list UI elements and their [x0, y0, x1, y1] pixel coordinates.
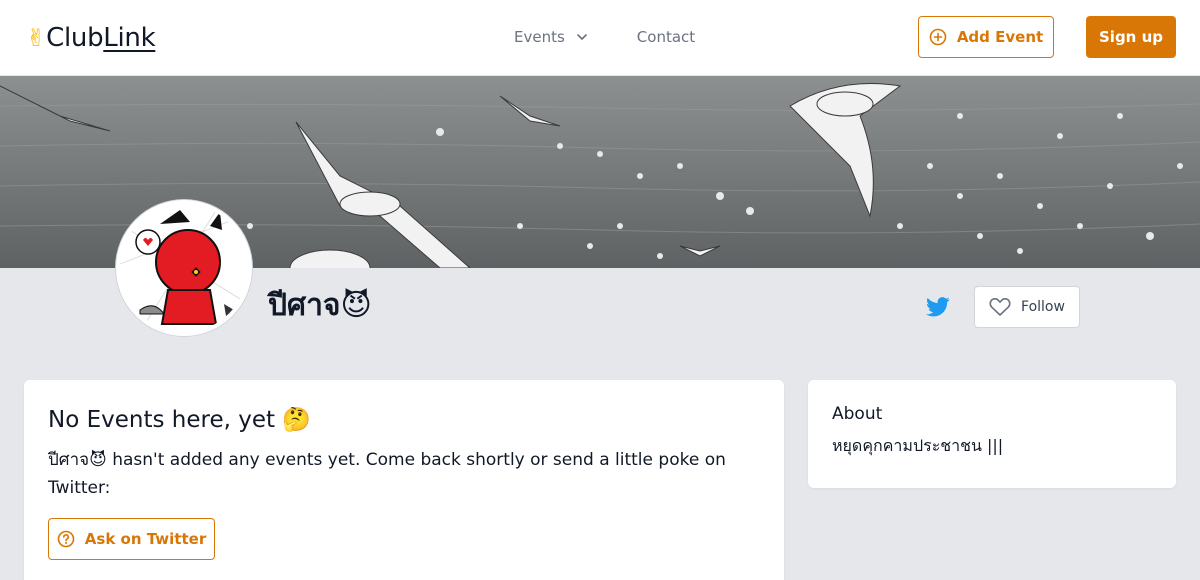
follow-button[interactable]: Follow — [974, 286, 1080, 328]
follow-label: Follow — [1021, 299, 1065, 315]
devil-cartoon-avatar-image — [120, 204, 248, 332]
profile-name: ปีศาจ😈 — [268, 288, 372, 323]
profile-avatar — [116, 200, 252, 336]
question-circle-icon — [57, 530, 75, 548]
events-empty-message: ปีศาจ😈 hasn't added any events yet. Come… — [48, 450, 726, 498]
plus-circle-icon — [929, 28, 947, 46]
clublink-logo[interactable]: ✌ ClubLink — [26, 22, 156, 54]
ask-on-twitter-button[interactable]: Ask on Twitter — [48, 518, 215, 560]
ask-on-twitter-label: Ask on Twitter — [84, 530, 207, 548]
top-navbar: ✌ ClubLink Events Contact Add Event Sign… — [0, 0, 1200, 76]
main-nav: Events Contact — [514, 26, 695, 48]
about-text: หยุดคุกคามประชาชน ||| — [832, 436, 1004, 455]
sign-up-button[interactable]: Sign up — [1086, 16, 1176, 58]
twitter-bird-icon[interactable] — [926, 296, 950, 318]
heart-outline-icon — [989, 298, 1011, 316]
victory-hand-icon: ✌ — [26, 24, 47, 52]
about-card: About หยุดคุกคามประชาชน ||| — [808, 380, 1176, 488]
nav-contact-link[interactable]: Contact — [637, 26, 695, 48]
events-empty-title: No Events here, yet 🤔 — [48, 407, 311, 433]
nav-events-dropdown[interactable]: Events — [514, 26, 589, 48]
about-title: About — [832, 404, 883, 424]
nav-events-label: Events — [514, 28, 565, 46]
add-event-label: Add Event — [956, 28, 1044, 46]
logo-text: ClubLink — [46, 23, 156, 53]
chevron-down-icon — [576, 34, 587, 40]
add-event-button[interactable]: Add Event — [918, 16, 1054, 58]
events-empty-card: No Events here, yet 🤔 ปีศาจ😈 hasn't adde… — [24, 380, 784, 580]
